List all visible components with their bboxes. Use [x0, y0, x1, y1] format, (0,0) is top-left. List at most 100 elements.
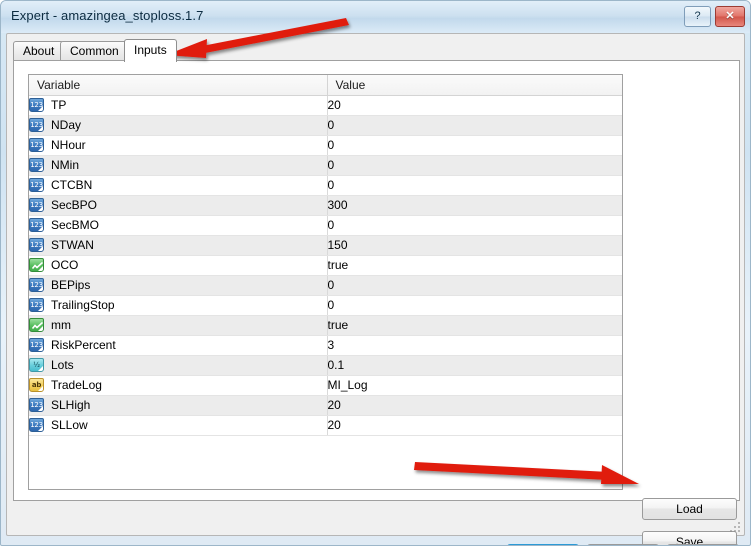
load-button[interactable]: Load	[642, 498, 737, 520]
tab-common[interactable]: Common	[60, 41, 129, 61]
table-row[interactable]: 123 STWAN 150	[29, 235, 622, 256]
inputs-table[interactable]: Variable Value 123 TP 20 123 NDay 0 123 NHour 0 1…	[28, 74, 623, 490]
title-bar: Expert - amazingea_stoploss.1.7 ? ✕	[1, 1, 750, 33]
value-cell[interactable]: 0	[326, 275, 622, 296]
value-cell[interactable]: true	[326, 255, 622, 276]
table-row[interactable]: 123 NMin 0	[29, 155, 622, 176]
string-icon: ab	[29, 378, 44, 392]
value-cell[interactable]: 0	[326, 175, 622, 196]
int-icon: 123	[29, 338, 44, 352]
resize-grip-icon[interactable]	[729, 521, 741, 533]
variable-name: OCO	[51, 258, 79, 272]
int-icon: 123	[29, 118, 44, 132]
variable-cell[interactable]: 123 BEPips	[29, 275, 327, 296]
variable-name: mm	[51, 318, 71, 332]
variable-name: SecBPO	[51, 198, 98, 212]
variable-cell[interactable]: 123 TrailingStop	[29, 295, 327, 316]
value-cell[interactable]: 0	[326, 155, 622, 176]
table-row[interactable]: 123 SLLow 20	[29, 415, 622, 436]
double-icon: ½	[29, 358, 44, 372]
variable-cell[interactable]: 123 NMin	[29, 155, 327, 176]
variable-cell[interactable]: 123 SecBPO	[29, 195, 327, 216]
int-icon: 123	[29, 278, 44, 292]
variable-cell[interactable]: 123 SecBMO	[29, 215, 327, 236]
variable-name: TrailingStop	[51, 298, 115, 312]
table-row[interactable]: 123 CTCBN 0	[29, 175, 622, 196]
dialog-client-area: About Common Inputs Variable Value 123 T…	[6, 33, 745, 545]
value-cell[interactable]: 0	[326, 215, 622, 236]
variable-cell[interactable]: mm	[29, 315, 327, 336]
variable-cell[interactable]: ½ Lots	[29, 355, 327, 376]
variable-name: CTCBN	[51, 178, 93, 192]
variable-name: STWAN	[51, 238, 94, 252]
expert-properties-dialog: Expert - amazingea_stoploss.1.7 ? ✕ Abou…	[0, 0, 751, 546]
inputs-tab-page: Variable Value 123 TP 20 123 NDay 0 123 NHour 0 1…	[13, 60, 740, 545]
table-row[interactable]: 123 SLHigh 20	[29, 395, 622, 416]
variable-cell[interactable]: 123 NDay	[29, 115, 327, 136]
tab-strip: About Common Inputs	[13, 39, 733, 62]
variable-cell[interactable]: 123 SLHigh	[29, 395, 327, 416]
table-row[interactable]: 123 SecBMO 0	[29, 215, 622, 236]
bool-icon	[29, 258, 44, 272]
tab-about[interactable]: About	[13, 41, 65, 61]
value-cell[interactable]: 0	[326, 295, 622, 316]
int-icon: 123	[29, 178, 44, 192]
variable-cell[interactable]: 123 NHour	[29, 135, 327, 156]
table-row[interactable]: 123 NDay 0	[29, 115, 622, 136]
int-icon: 123	[29, 98, 44, 112]
table-row[interactable]: 123 NHour 0	[29, 135, 622, 156]
window-title: Expert - amazingea_stoploss.1.7	[11, 8, 204, 23]
value-cell[interactable]: 20	[326, 415, 622, 436]
variable-name: BEPips	[51, 278, 91, 292]
table-row[interactable]: mm true	[29, 315, 622, 336]
table-header-row: Variable Value	[29, 75, 622, 96]
value-cell[interactable]: 0.1	[326, 355, 622, 376]
value-cell[interactable]: 0	[326, 115, 622, 136]
variable-name: SLLow	[51, 418, 88, 432]
variable-cell[interactable]: 123 SLLow	[29, 415, 327, 436]
variable-name: NHour	[51, 138, 86, 152]
value-cell[interactable]: 0	[326, 135, 622, 156]
int-icon: 123	[29, 198, 44, 212]
variable-cell[interactable]: OCO	[29, 255, 327, 276]
table-row[interactable]: ½ Lots 0.1	[29, 355, 622, 376]
variable-name: TradeLog	[51, 378, 102, 392]
value-cell[interactable]: 3	[326, 335, 622, 356]
table-row[interactable]: 123 TP 20	[29, 95, 622, 116]
value-cell[interactable]: MI_Log	[326, 375, 622, 396]
column-header-variable[interactable]: Variable	[29, 75, 328, 96]
int-icon: 123	[29, 158, 44, 172]
variable-cell[interactable]: 123 TP	[29, 95, 327, 116]
value-cell[interactable]: 150	[326, 235, 622, 256]
variable-cell[interactable]: ab TradeLog	[29, 375, 327, 396]
variable-name: RiskPercent	[51, 338, 116, 352]
int-icon: 123	[29, 238, 44, 252]
int-icon: 123	[29, 138, 44, 152]
value-cell[interactable]: 20	[326, 95, 622, 116]
column-header-value[interactable]: Value	[327, 75, 622, 96]
int-icon: 123	[29, 398, 44, 412]
variable-cell[interactable]: 123 RiskPercent	[29, 335, 327, 356]
help-icon[interactable]: ?	[684, 6, 711, 27]
close-icon[interactable]: ✕	[715, 6, 745, 27]
value-cell[interactable]: 300	[326, 195, 622, 216]
int-icon: 123	[29, 218, 44, 232]
table-row[interactable]: 123 RiskPercent 3	[29, 335, 622, 356]
table-row[interactable]: ab TradeLog MI_Log	[29, 375, 622, 396]
value-cell[interactable]: 20	[326, 395, 622, 416]
tab-inputs[interactable]: Inputs	[124, 39, 177, 62]
table-row[interactable]: 123 BEPips 0	[29, 275, 622, 296]
variable-name: SecBMO	[51, 218, 100, 232]
variable-name: Lots	[51, 358, 74, 372]
variable-cell[interactable]: 123 STWAN	[29, 235, 327, 256]
variable-name: NDay	[51, 118, 82, 132]
bool-icon	[29, 318, 44, 332]
table-row[interactable]: OCO true	[29, 255, 622, 276]
variable-cell[interactable]: 123 CTCBN	[29, 175, 327, 196]
variable-name: TP	[51, 98, 67, 112]
int-icon: 123	[29, 418, 44, 432]
value-cell[interactable]: true	[326, 315, 622, 336]
variable-name: SLHigh	[51, 398, 91, 412]
table-row[interactable]: 123 TrailingStop 0	[29, 295, 622, 316]
table-row[interactable]: 123 SecBPO 300	[29, 195, 622, 216]
